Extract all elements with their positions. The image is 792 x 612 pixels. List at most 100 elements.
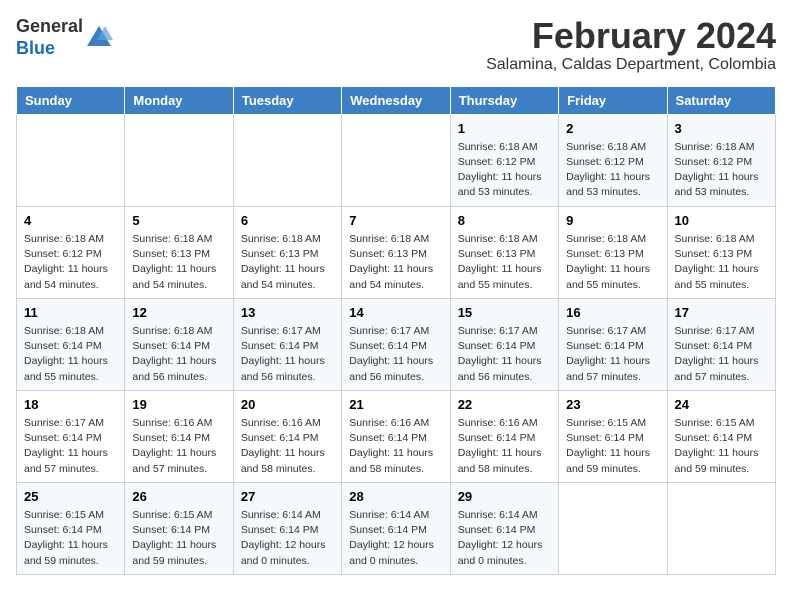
- calendar-cell: 7 Sunrise: 6:18 AMSunset: 6:13 PMDaylight…: [342, 206, 450, 298]
- calendar-cell: [233, 114, 341, 206]
- day-number: 27: [241, 488, 334, 506]
- weekday-header-sunday: Sunday: [17, 86, 125, 114]
- calendar-cell: 16 Sunrise: 6:17 AMSunset: 6:14 PMDayligh…: [559, 298, 667, 390]
- day-info: Sunrise: 6:18 AMSunset: 6:13 PMDaylight:…: [132, 232, 225, 293]
- calendar-cell: 19 Sunrise: 6:16 AMSunset: 6:14 PMDayligh…: [125, 390, 233, 482]
- day-info: Sunrise: 6:18 AMSunset: 6:13 PMDaylight:…: [566, 232, 659, 293]
- day-info: Sunrise: 6:15 AMSunset: 6:14 PMDaylight:…: [675, 416, 768, 477]
- weekday-header-thursday: Thursday: [450, 86, 558, 114]
- weekday-header-monday: Monday: [125, 86, 233, 114]
- calendar-cell: [559, 482, 667, 574]
- calendar-cell: 15Sunrise: 6:17 AMSunset: 6:14 PMDayligh…: [450, 298, 558, 390]
- day-number: 8: [458, 212, 551, 230]
- day-info: Sunrise: 6:18 AMSunset: 6:12 PMDaylight:…: [458, 140, 551, 201]
- day-info: Sunrise: 6:16 AMSunset: 6:14 PMDaylight:…: [458, 416, 551, 477]
- calendar-cell: [667, 482, 775, 574]
- day-info: Sunrise: 6:18 AMSunset: 6:13 PMDaylight:…: [349, 232, 442, 293]
- calendar-cell: 14 Sunrise: 6:17 AMSunset: 6:14 PMDayligh…: [342, 298, 450, 390]
- calendar-cell: 26 Sunrise: 6:15 AMSunset: 6:14 PMDayligh…: [125, 482, 233, 574]
- location-subtitle: Salamina, Caldas Department, Colombia: [486, 56, 776, 74]
- weekday-header-wednesday: Wednesday: [342, 86, 450, 114]
- calendar-week-row: 1 Sunrise: 6:18 AMSunset: 6:12 PMDaylight…: [17, 114, 776, 206]
- calendar-cell: 27 Sunrise: 6:14 AMSunset: 6:14 PMDayligh…: [233, 482, 341, 574]
- day-number: 1: [458, 120, 551, 138]
- calendar-week-row: 11Sunrise: 6:18 AMSunset: 6:14 PMDayligh…: [17, 298, 776, 390]
- calendar-cell: 29 Sunrise: 6:14 AMSunset: 6:14 PMDayligh…: [450, 482, 558, 574]
- day-number: 26: [132, 488, 225, 506]
- calendar-week-row: 18 Sunrise: 6:17 AMSunset: 6:14 PMDayligh…: [17, 390, 776, 482]
- day-info: Sunrise: 6:18 AMSunset: 6:14 PMDaylight:…: [24, 324, 117, 385]
- calendar-cell: 24 Sunrise: 6:15 AMSunset: 6:14 PMDayligh…: [667, 390, 775, 482]
- day-info: Sunrise: 6:18 AMSunset: 6:12 PMDaylight:…: [675, 140, 768, 201]
- day-number: 16: [566, 304, 659, 322]
- day-info: Sunrise: 6:14 AMSunset: 6:14 PMDaylight:…: [349, 508, 442, 569]
- calendar-cell: [342, 114, 450, 206]
- day-info: Sunrise: 6:18 AMSunset: 6:13 PMDaylight:…: [241, 232, 334, 293]
- day-info: Sunrise: 6:18 AMSunset: 6:14 PMDaylight:…: [132, 324, 225, 385]
- day-info: Sunrise: 6:15 AMSunset: 6:14 PMDaylight:…: [132, 508, 225, 569]
- day-info: Sunrise: 6:14 AMSunset: 6:14 PMDaylight:…: [241, 508, 334, 569]
- day-info: Sunrise: 6:17 AMSunset: 6:14 PMDaylight:…: [458, 324, 551, 385]
- logo-general-text: General: [16, 16, 83, 36]
- page-header: General Blue February 2024 Salamina, Cal…: [16, 16, 776, 74]
- day-number: 21: [349, 396, 442, 414]
- day-number: 17: [675, 304, 768, 322]
- calendar-cell: 13 Sunrise: 6:17 AMSunset: 6:14 PMDayligh…: [233, 298, 341, 390]
- day-number: 5: [132, 212, 225, 230]
- calendar-week-row: 25Sunrise: 6:15 AMSunset: 6:14 PMDayligh…: [17, 482, 776, 574]
- day-info: Sunrise: 6:18 AMSunset: 6:13 PMDaylight:…: [675, 232, 768, 293]
- day-info: Sunrise: 6:16 AMSunset: 6:14 PMDaylight:…: [241, 416, 334, 477]
- calendar-week-row: 4Sunrise: 6:18 AMSunset: 6:12 PMDaylight…: [17, 206, 776, 298]
- calendar-cell: 28 Sunrise: 6:14 AMSunset: 6:14 PMDayligh…: [342, 482, 450, 574]
- day-number: 19: [132, 396, 225, 414]
- day-number: 3: [675, 120, 768, 138]
- weekday-header-saturday: Saturday: [667, 86, 775, 114]
- weekday-header-row: SundayMondayTuesdayWednesdayThursdayFrid…: [17, 86, 776, 114]
- day-info: Sunrise: 6:17 AMSunset: 6:14 PMDaylight:…: [241, 324, 334, 385]
- calendar-cell: [17, 114, 125, 206]
- day-info: Sunrise: 6:17 AMSunset: 6:14 PMDaylight:…: [566, 324, 659, 385]
- day-number: 28: [349, 488, 442, 506]
- day-number: 10: [675, 212, 768, 230]
- calendar-cell: 23 Sunrise: 6:15 AMSunset: 6:14 PMDayligh…: [559, 390, 667, 482]
- day-number: 12: [132, 304, 225, 322]
- month-year-title: February 2024: [486, 16, 776, 56]
- weekday-header-friday: Friday: [559, 86, 667, 114]
- day-number: 29: [458, 488, 551, 506]
- day-number: 23: [566, 396, 659, 414]
- calendar-cell: 2Sunrise: 6:18 AMSunset: 6:12 PMDaylight…: [559, 114, 667, 206]
- day-info: Sunrise: 6:18 AMSunset: 6:12 PMDaylight:…: [566, 140, 659, 201]
- calendar-cell: 1 Sunrise: 6:18 AMSunset: 6:12 PMDaylight…: [450, 114, 558, 206]
- calendar-cell: 21 Sunrise: 6:16 AMSunset: 6:14 PMDayligh…: [342, 390, 450, 482]
- day-info: Sunrise: 6:18 AMSunset: 6:13 PMDaylight:…: [458, 232, 551, 293]
- day-number: 22: [458, 396, 551, 414]
- day-info: Sunrise: 6:14 AMSunset: 6:14 PMDaylight:…: [458, 508, 551, 569]
- day-info: Sunrise: 6:17 AMSunset: 6:14 PMDaylight:…: [349, 324, 442, 385]
- calendar-cell: 11Sunrise: 6:18 AMSunset: 6:14 PMDayligh…: [17, 298, 125, 390]
- logo-icon: [85, 24, 113, 52]
- calendar-cell: 10 Sunrise: 6:18 AMSunset: 6:13 PMDayligh…: [667, 206, 775, 298]
- calendar-cell: 25Sunrise: 6:15 AMSunset: 6:14 PMDayligh…: [17, 482, 125, 574]
- day-number: 18: [24, 396, 117, 414]
- day-number: 7: [349, 212, 442, 230]
- logo: General Blue: [16, 16, 113, 59]
- day-number: 14: [349, 304, 442, 322]
- day-info: Sunrise: 6:17 AMSunset: 6:14 PMDaylight:…: [675, 324, 768, 385]
- day-info: Sunrise: 6:16 AMSunset: 6:14 PMDaylight:…: [349, 416, 442, 477]
- calendar-cell: 20Sunrise: 6:16 AMSunset: 6:14 PMDayligh…: [233, 390, 341, 482]
- day-info: Sunrise: 6:15 AMSunset: 6:14 PMDaylight:…: [24, 508, 117, 569]
- day-number: 24: [675, 396, 768, 414]
- calendar-cell: 9 Sunrise: 6:18 AMSunset: 6:13 PMDaylight…: [559, 206, 667, 298]
- logo-blue-text: Blue: [16, 38, 55, 58]
- calendar-table: SundayMondayTuesdayWednesdayThursdayFrid…: [16, 86, 776, 575]
- day-info: Sunrise: 6:17 AMSunset: 6:14 PMDaylight:…: [24, 416, 117, 477]
- day-info: Sunrise: 6:15 AMSunset: 6:14 PMDaylight:…: [566, 416, 659, 477]
- day-number: 9: [566, 212, 659, 230]
- calendar-cell: 22 Sunrise: 6:16 AMSunset: 6:14 PMDayligh…: [450, 390, 558, 482]
- day-number: 6: [241, 212, 334, 230]
- calendar-cell: [125, 114, 233, 206]
- calendar-cell: 18 Sunrise: 6:17 AMSunset: 6:14 PMDayligh…: [17, 390, 125, 482]
- calendar-cell: 8 Sunrise: 6:18 AMSunset: 6:13 PMDaylight…: [450, 206, 558, 298]
- day-info: Sunrise: 6:16 AMSunset: 6:14 PMDaylight:…: [132, 416, 225, 477]
- day-number: 13: [241, 304, 334, 322]
